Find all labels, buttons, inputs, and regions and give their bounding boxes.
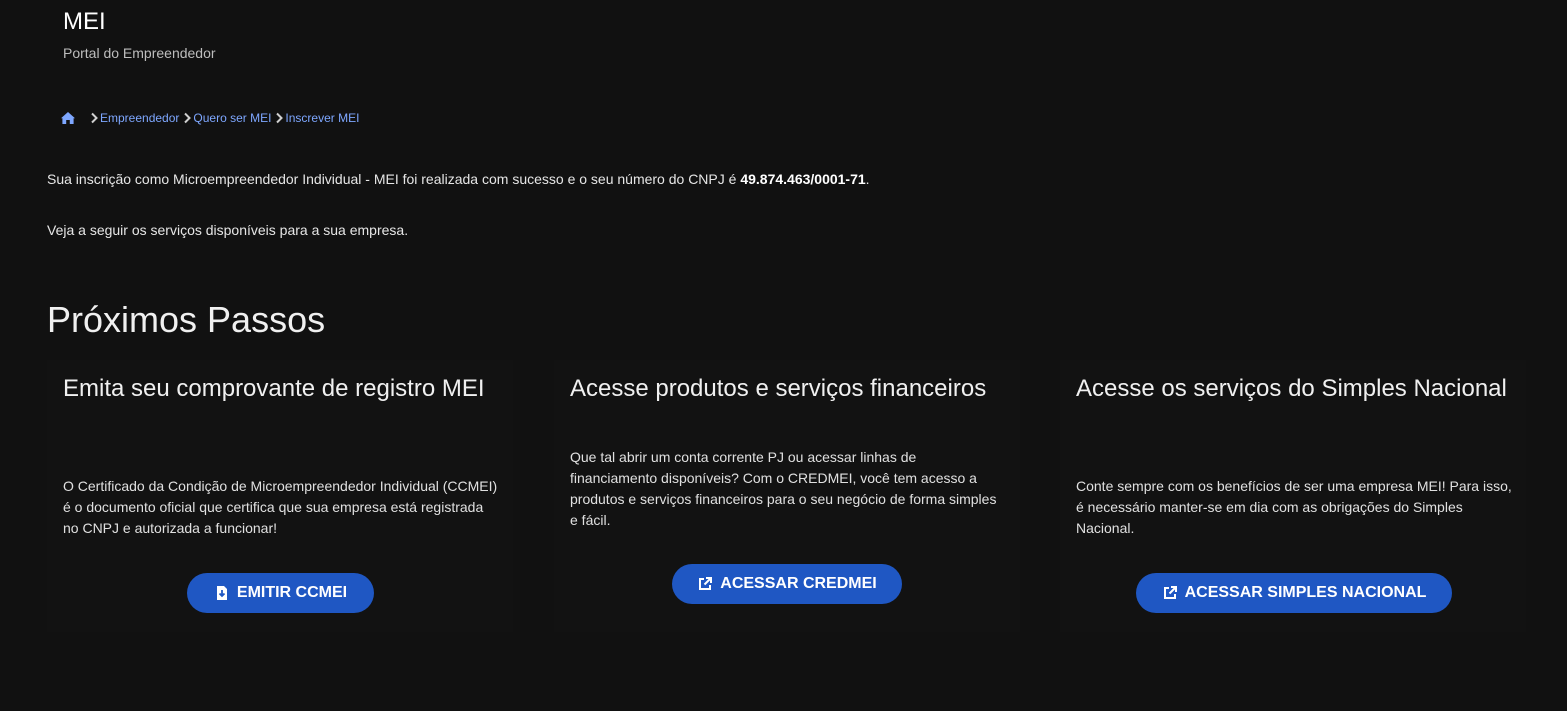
acessar-simples-nacional-button[interactable]: ACESSAR SIMPLES NACIONAL — [1136, 573, 1452, 613]
next-steps-title: Próximos Passos — [47, 299, 326, 340]
button-label: ACESSAR CREDMEI — [720, 575, 877, 592]
services-message: Veja a seguir os serviços disponíveis pa… — [47, 222, 409, 238]
breadcrumb-item-quero-ser-mei[interactable]: Quero ser MEI — [193, 110, 271, 126]
card-credmei: Acesse produtos e serviços financeiros Q… — [554, 360, 1020, 632]
card-text: Que tal abrir um conta corrente PJ ou ac… — [570, 449, 997, 528]
chevron-right-icon — [183, 112, 192, 124]
registration-text: Sua inscrição como Microempreendedor Ind… — [47, 171, 741, 187]
card-simples-nacional: Acesse os serviços do Simples Nacional C… — [1060, 360, 1526, 632]
site-subtitle: Portal do Empreendedor — [63, 45, 216, 61]
site-header: MEI Portal do Empreendedor — [63, 8, 216, 62]
external-link-icon — [1162, 585, 1178, 601]
card-ccmei: Emita seu comprovante de registro MEI O … — [47, 360, 513, 632]
registration-period: . — [865, 171, 870, 187]
emitir-ccmei-button[interactable]: EMITIR CCMEI — [187, 573, 374, 613]
card-text: Conte sempre com os benefícios de ser um… — [1076, 478, 1512, 536]
page: MEI Portal do Empreendedor Empreendedor … — [0, 0, 1567, 711]
chevron-right-icon — [90, 112, 98, 124]
breadcrumb-item-inscrever-mei[interactable]: Inscrever MEI — [285, 110, 359, 126]
button-label: ACESSAR SIMPLES NACIONAL — [1184, 584, 1427, 601]
file-download-icon — [214, 585, 230, 601]
breadcrumb-item-empreendedor[interactable]: Empreendedor — [100, 110, 179, 126]
site-title[interactable]: MEI — [63, 8, 216, 36]
card-title: Acesse os serviços do Simples Nacional — [1076, 375, 1507, 402]
card-text: O Certificado da Condição de Microempree… — [63, 478, 498, 536]
card-title: Acesse produtos e serviços financeiros — [570, 375, 987, 402]
acessar-credmei-button[interactable]: ACESSAR CREDMEI — [672, 564, 902, 604]
home-icon[interactable] — [60, 111, 76, 125]
chevron-right-icon — [275, 112, 284, 124]
button-label: EMITIR CCMEI — [236, 584, 348, 601]
cnpj-number: 49.874.463/0001-71 — [740, 171, 866, 187]
card-title: Emita seu comprovante de registro MEI — [63, 375, 485, 402]
external-link-icon — [697, 576, 713, 592]
breadcrumb: Empreendedor Quero ser MEI Inscrever MEI — [60, 110, 359, 126]
registration-message: Sua inscrição como Microempreendedor Ind… — [47, 170, 870, 188]
